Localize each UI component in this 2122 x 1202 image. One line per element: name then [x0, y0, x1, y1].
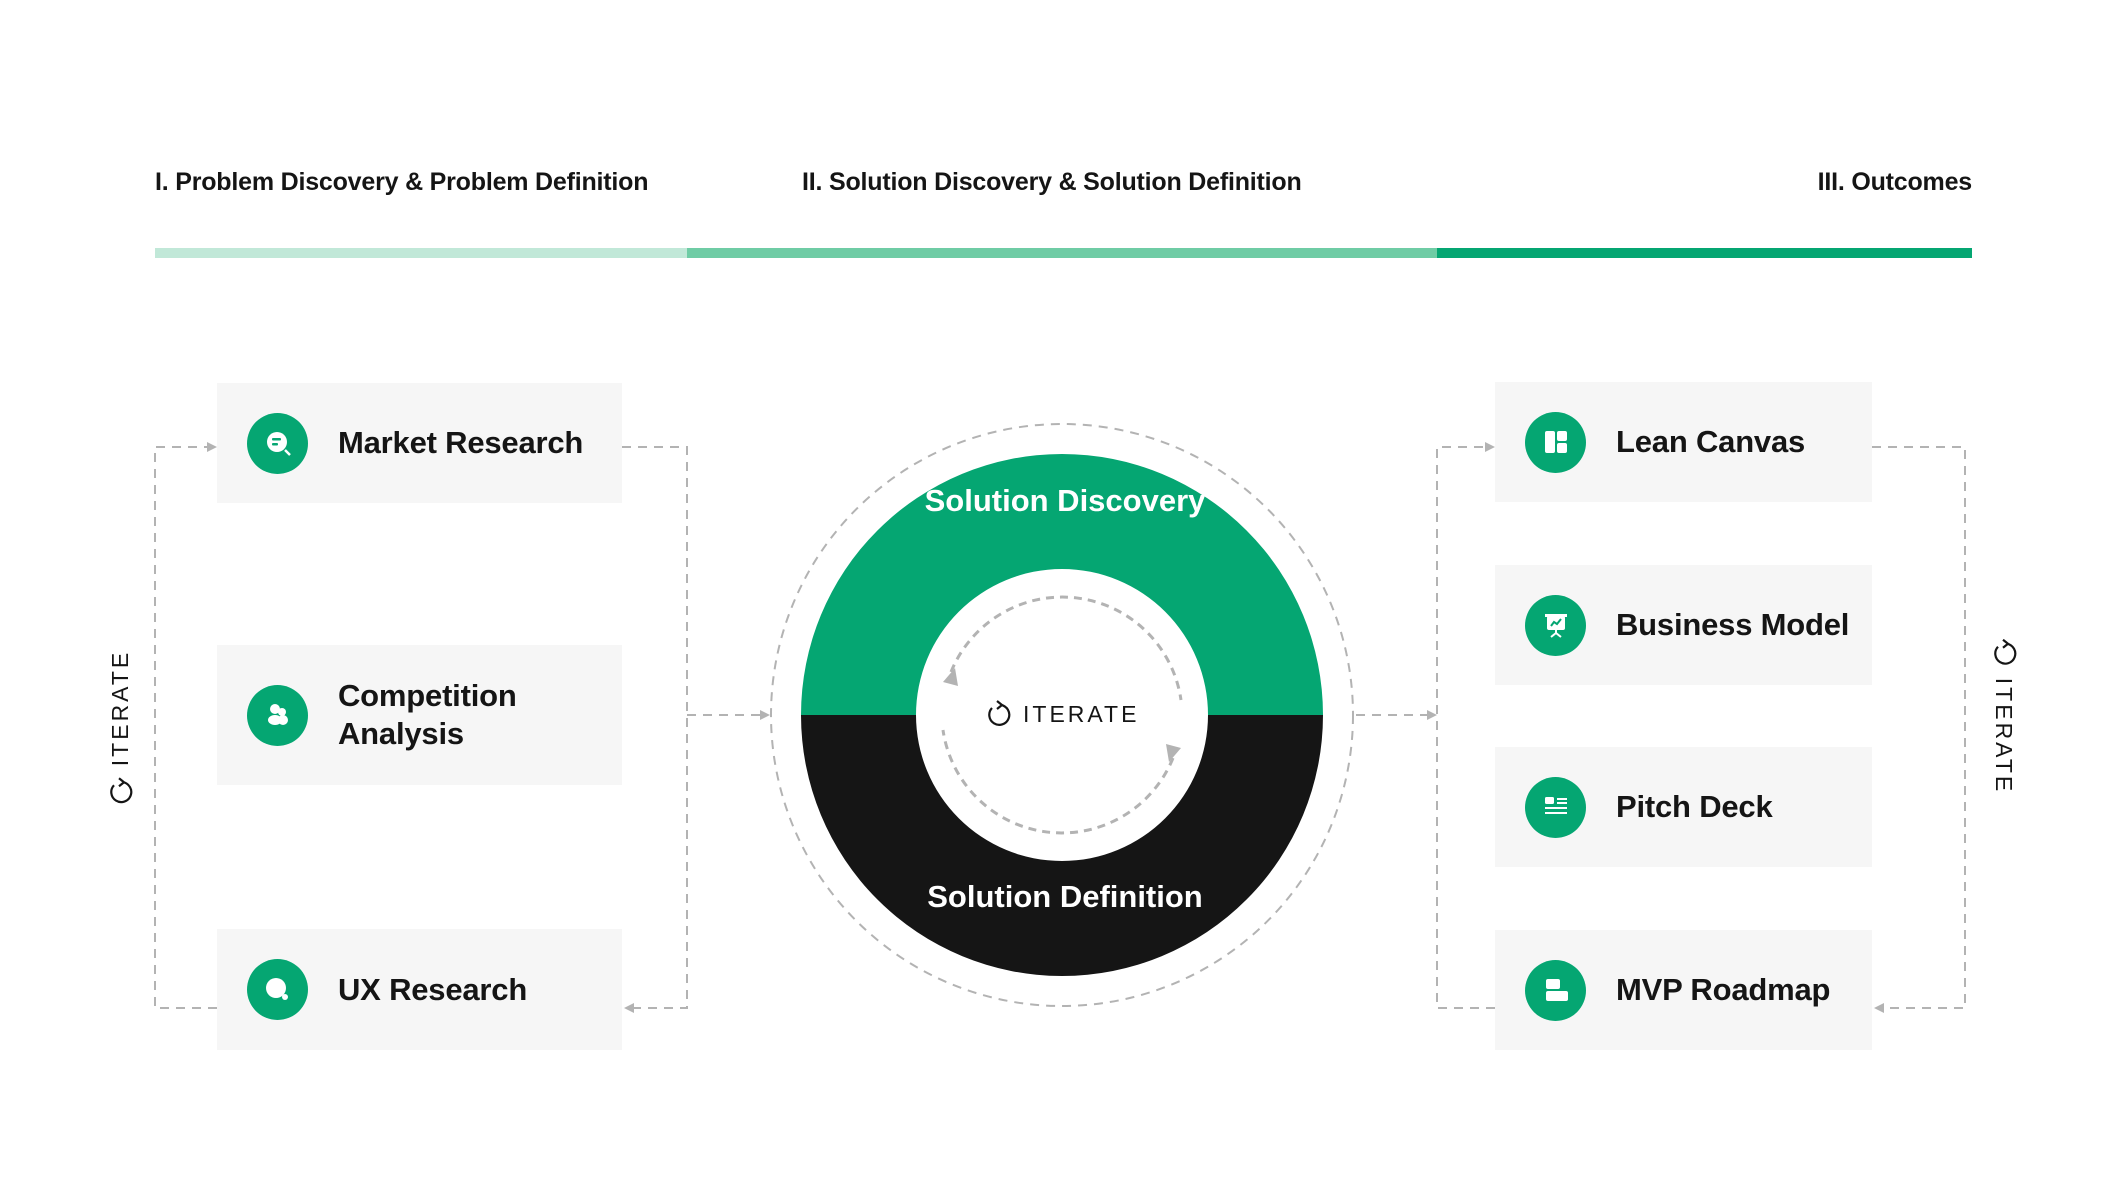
card-lean-canvas[interactable]: Lean Canvas	[1495, 382, 1872, 502]
search-document-icon	[247, 412, 308, 474]
right-inner-connector	[1436, 442, 1495, 1009]
card-market-research[interactable]: Market Research	[217, 383, 622, 503]
presentation-chart-icon	[1525, 594, 1586, 656]
refresh-icon	[1994, 638, 2017, 665]
left-iterate: ITERATE	[106, 650, 134, 804]
card-ux-research[interactable]: UX Research	[217, 929, 622, 1050]
left-inner-connector	[622, 446, 688, 1013]
solution-definition-label: Solution Definition	[927, 879, 1203, 914]
left-iterate-label: ITERATE	[106, 649, 133, 767]
right-iterate-label: ITERATE	[1991, 677, 2018, 795]
center-iterate: ITERATE	[985, 700, 1139, 728]
card-label: Competition Analysis	[338, 678, 517, 751]
card-pitch-deck[interactable]: Pitch Deck	[1495, 747, 1872, 867]
card-label: Lean Canvas	[1616, 424, 1806, 459]
solution-definition-segment	[801, 715, 1323, 976]
layout-icon	[1525, 411, 1586, 473]
card-label: UX Research	[338, 971, 528, 1007]
document-list-icon	[1525, 776, 1586, 838]
card-competition-analysis[interactable]: Competition Analysis	[217, 645, 622, 785]
card-label: MVP Roadmap	[1616, 972, 1831, 1007]
left-outer-connector	[154, 442, 217, 1009]
solution-discovery-label: Solution Discovery	[924, 483, 1206, 518]
card-label: Pitch Deck	[1616, 789, 1773, 824]
users-icon	[247, 684, 308, 746]
roadmap-blocks-icon	[1525, 959, 1586, 1021]
refresh-icon	[988, 700, 1011, 726]
refresh-icon	[110, 777, 133, 804]
inner-iterate-arc-top	[949, 595, 1183, 701]
card-label: Business Model	[1616, 607, 1850, 642]
card-mvp-roadmap[interactable]: MVP Roadmap	[1495, 930, 1872, 1050]
magnifier-icon	[247, 959, 308, 1020]
card-business-model[interactable]: Business Model	[1495, 565, 1872, 685]
inner-iterate-arc-bottom	[941, 729, 1175, 835]
card-label: Market Research	[338, 425, 584, 460]
right-outer-connector	[1872, 446, 1966, 1013]
right-iterate: ITERATE	[1990, 638, 2018, 795]
center-iterate-label: ITERATE	[1023, 700, 1140, 727]
